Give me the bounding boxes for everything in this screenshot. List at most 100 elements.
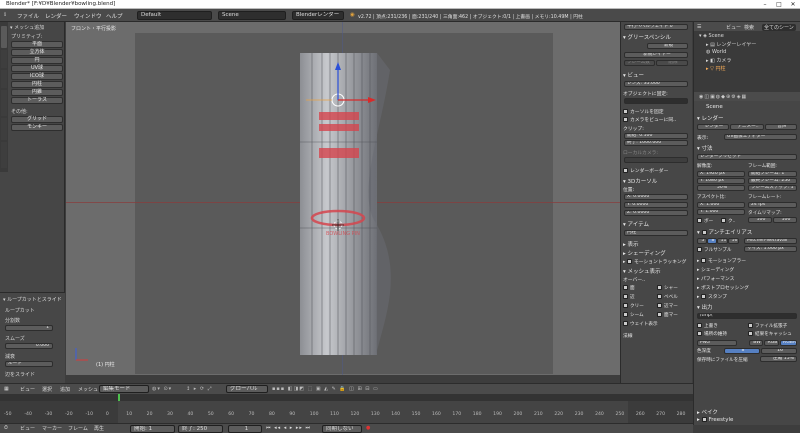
res-percent-field[interactable]: 50% (697, 185, 745, 191)
outliner-cylinder[interactable]: ▸ ▽ 円柱 (706, 65, 726, 72)
bw-button[interactable]: BW (749, 340, 763, 346)
shading-icons[interactable]: ◍▾ ⊙▾ (152, 386, 172, 392)
check-bevel[interactable]: ベベル (657, 294, 691, 300)
maximize-icon[interactable]: □ (772, 0, 786, 9)
smooth-field[interactable]: 0.000 (5, 343, 53, 349)
timeline[interactable]: -50 -40 -30 -20 -10 0 10 20 30 40 50 60 70 80 90 100 110… (0, 394, 693, 423)
freestyle-header[interactable]: ▸ Freestyle (697, 417, 733, 423)
post-processing-header[interactable]: ▸ ポストプロセッシング (697, 284, 749, 291)
add-uvsphere-button[interactable]: UV球 (11, 65, 63, 72)
tab-physics[interactable] (1, 118, 7, 140)
render-preset-select[interactable]: レンダープリセット (697, 154, 797, 160)
motion-header[interactable]: ▸ モーショントラッキング (623, 258, 691, 265)
frame-step-field[interactable]: フレームステップ: 1 (748, 185, 797, 191)
aspect-y-field[interactable]: Y: 1.000 (697, 209, 745, 215)
add-circle-button[interactable]: 円 (11, 57, 63, 64)
check-edge-mark[interactable]: 辺マー (657, 303, 691, 309)
performance-header[interactable]: ▸ パフォーマンス (697, 275, 734, 282)
add-torus-button[interactable]: トーラス (11, 97, 63, 104)
minimize-icon[interactable]: – (758, 0, 772, 9)
props-context-icons[interactable]: ◉◫▣◍◆⊕⚙◈▦ (699, 94, 747, 100)
display-select[interactable]: UV画像エディター (724, 134, 797, 140)
cursor-x-field[interactable]: X: 0.0000 (624, 194, 688, 200)
add-mesh-header[interactable]: ▾ メッシュ追加 (10, 24, 44, 31)
add-grid-button[interactable]: グリッド (11, 116, 63, 123)
item-header[interactable]: ▾ アイテム (623, 220, 691, 228)
outliner-world[interactable]: ◍ World (706, 49, 726, 55)
add-plane-button[interactable]: 平面 (11, 41, 63, 48)
new-layer-button[interactable]: 新規レイヤー (624, 52, 688, 58)
check-sharp[interactable]: シャー (657, 285, 691, 291)
output-path-field[interactable]: /tmp\ (697, 313, 797, 319)
lock-cursor-check[interactable]: カーソルを固定 (623, 108, 691, 115)
check-faces[interactable]: 面 (623, 285, 657, 291)
layer-icons[interactable]: ▪▪▪ ◧◨◩ ⬚ ▣ ◭ ✎ 🔒 ◫ ⊞ ⊟ ▭ (272, 386, 379, 392)
layout-selector[interactable]: Default (137, 11, 212, 20)
render-button[interactable]: レンダー (697, 124, 729, 130)
tl-frame-menu[interactable]: フレーム (68, 425, 88, 432)
close-icon[interactable]: ✕ (786, 0, 800, 9)
add-cone-button[interactable]: 円錐 (11, 89, 63, 96)
res-x-field[interactable]: X: 1920 px (697, 171, 745, 177)
file-format-select[interactable]: PNG (697, 340, 737, 346)
render-header[interactable]: ▾ レンダー (697, 114, 724, 122)
check-edges[interactable]: 辺 (623, 294, 657, 300)
compress-field[interactable]: 圧縮 15% (760, 356, 797, 362)
animation-button[interactable]: アニメー.. (730, 124, 764, 130)
item-name-field[interactable]: 円柱 (624, 230, 688, 236)
aspect-x-field[interactable]: X: 1.000 (697, 202, 745, 208)
info-editor-icon[interactable]: ℹ (4, 12, 6, 18)
cursor-y-field[interactable]: Y: 0.0000 (624, 202, 688, 208)
playback-controls[interactable]: ⏮ ◂◂ ◂ ▸ ▸▸ ⏭ (266, 425, 311, 431)
clip-start-field[interactable]: 開始: 0.100 (624, 133, 688, 139)
ext-check[interactable]: ファイル拡張子 (748, 323, 787, 329)
aa-filter-select[interactable]: Mitchell-Netravali (744, 238, 797, 244)
lock-object-field[interactable] (624, 98, 688, 104)
check-crease[interactable]: クリー (623, 303, 657, 309)
tl-frame-field[interactable]: 1 (228, 425, 262, 433)
lens-field[interactable]: レンズ: 35.000 (624, 81, 688, 87)
output-header[interactable]: ▾ 出力 (697, 303, 713, 311)
sync-select[interactable]: 同期しない (322, 425, 362, 433)
overwrite-check[interactable]: 上書き (697, 323, 718, 329)
view-header[interactable]: ▾ ビュー (623, 71, 691, 79)
start-frame-field[interactable]: 開始フレーム: 1 (748, 171, 797, 177)
tl-start-field[interactable]: 開始: 1 (130, 425, 175, 433)
outliner-camera[interactable]: ▸ ◧ カメラ (706, 57, 731, 64)
add-cylinder-button[interactable]: 円柱 (11, 81, 63, 88)
menu-window[interactable]: ウィンドウ (74, 12, 102, 20)
shading-header[interactable]: ▸ シェーディング (623, 249, 691, 257)
motion-blur-header[interactable]: ▸ モーションブラー (697, 257, 746, 264)
shading-panel-header[interactable]: ▸ シェーディング (697, 266, 734, 273)
remap-old-field[interactable]: 100 (748, 217, 772, 223)
render-border-check[interactable]: レンダーボーダー (623, 167, 691, 174)
fps-select[interactable]: 24 fps (748, 202, 797, 208)
end-frame-field[interactable]: 最終フレーム: 250 (748, 178, 797, 184)
res-y-field[interactable]: Y: 1080 px (697, 178, 745, 184)
tab-create[interactable] (1, 50, 7, 68)
placeholders-check[interactable]: 場所の維持 (697, 331, 727, 337)
border-check[interactable]: ボー (697, 218, 713, 224)
orientation-select[interactable]: グローバル (226, 385, 268, 393)
tl-marker-menu[interactable]: マーカー (42, 425, 62, 432)
cursor3d-header[interactable]: ▾ 3Dカーソル (623, 177, 691, 185)
falloff-select[interactable]: ルート (5, 361, 53, 367)
menu-help[interactable]: ヘルプ (106, 12, 123, 20)
outliner-filter-select[interactable]: 全てのシーン (762, 24, 796, 31)
bevel-weight-field[interactable]: 平行ベベルウェイト 0 (624, 24, 688, 30)
cursor-z-field[interactable]: Z: 0.0000 (624, 210, 688, 216)
camera-view-check[interactable]: カメラをビューに同.. (623, 116, 691, 123)
mesh-display-header[interactable]: ▾ メッシュ表示 (623, 267, 691, 275)
add-monkey-button[interactable]: モンキー (11, 124, 63, 131)
3d-viewport[interactable]: フロント・平行投影 BOWLING PIN (1) 円柱 (66, 22, 620, 375)
outliner-editor-icon[interactable]: ☰ (697, 24, 701, 30)
record-icon[interactable]: ● (366, 425, 370, 431)
header-add-menu[interactable]: 追加 (60, 386, 70, 393)
check-weight[interactable]: ウェイト表示 (623, 321, 691, 327)
editor-type-icon[interactable]: ▦ (4, 386, 9, 392)
delete-button[interactable]: 削除 (656, 60, 688, 66)
stamp-header[interactable]: ▸ スタンプ (697, 293, 727, 300)
cuts-field[interactable]: 1 (5, 325, 53, 331)
audio-button[interactable]: 音声 (765, 124, 797, 130)
scene-selector[interactable]: Scene (218, 11, 286, 20)
